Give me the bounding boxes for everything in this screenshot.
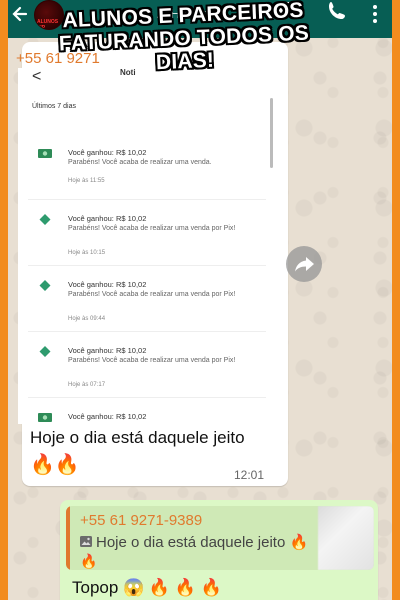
image-icon xyxy=(80,536,92,547)
fire-emoji: 🔥🔥 xyxy=(30,454,80,476)
pix-icon xyxy=(39,214,51,225)
pix-icon xyxy=(39,346,51,357)
quoted-sender-number: +55 61 9271-9389 xyxy=(80,512,203,529)
notification-item: Você ganhou: R$ 10,02 Parabéns! Você aca… xyxy=(28,134,266,200)
screenshot-scrollbar xyxy=(270,98,273,168)
notification-time: Hoje às 10:15 xyxy=(68,250,106,256)
notification-time: Hoje às 11:55 xyxy=(68,178,105,184)
notification-screenshot[interactable]: < Noti Últimos 7 dias Você ganhou: R$ 10… xyxy=(18,68,276,424)
notification-title: Você ganhou: R$ 10,02 xyxy=(68,148,147,157)
forward-button[interactable] xyxy=(286,246,322,282)
phone-call-icon[interactable] xyxy=(326,0,348,22)
message-caption: Hoje o dia está daquele jeito xyxy=(30,428,245,447)
notification-title: Você ganhou: R$ 10,02 xyxy=(68,412,147,421)
notification-item: Você ganhou: R$ 10,02 xyxy=(28,398,266,424)
notification-time: Hoje às 09:44 xyxy=(68,316,106,322)
screenshot-section-label: Últimos 7 dias xyxy=(32,103,76,110)
notification-item: Você ganhou: R$ 10,02 Parabéns! Você aca… xyxy=(28,332,266,398)
pix-icon xyxy=(39,280,51,291)
fire-emoji: 🔥 xyxy=(80,553,98,569)
forward-arrow-icon xyxy=(295,257,314,272)
back-arrow-icon[interactable] xyxy=(10,4,32,26)
promo-banner: ALUNOS E PARCEIROS FATURANDO TODOS OS DI… xyxy=(58,0,310,75)
quoted-text: Hoje o dia está daquele jeito 🔥 xyxy=(96,534,309,551)
quoted-reply[interactable]: +55 61 9271-9389 Hoje o dia está daquele… xyxy=(66,506,374,570)
outgoing-text: Topop 😱 🔥 🔥 🔥 xyxy=(72,578,222,597)
notification-time: Hoje às 07:17 xyxy=(68,382,106,388)
notification-title: Você ganhou: R$ 10,02 xyxy=(68,346,147,355)
notification-title: Você ganhou: R$ 10,02 xyxy=(68,214,147,223)
quoted-thumbnail xyxy=(318,506,374,570)
money-bill-icon xyxy=(38,413,52,422)
more-options-icon[interactable] xyxy=(372,4,378,24)
notification-text: Parabéns! Você acaba de realizar uma ven… xyxy=(68,357,236,364)
notification-title: Você ganhou: R$ 10,02 xyxy=(68,280,147,289)
money-bill-icon xyxy=(38,149,52,158)
notification-text: Parabéns! Você acaba de realizar uma ven… xyxy=(68,291,236,298)
notification-item: Você ganhou: R$ 10,02 Parabéns! Você aca… xyxy=(28,200,266,266)
notification-text: Parabéns! Você acaba de realizar uma ven… xyxy=(68,225,236,232)
notification-item: Você ganhou: R$ 10,02 Parabéns! Você aca… xyxy=(28,266,266,332)
notification-text: Parabéns! Você acaba de realizar uma ven… xyxy=(68,159,212,166)
message-time: 12:01 xyxy=(234,468,265,482)
screenshot-back-icon: < xyxy=(32,68,42,85)
quote-accent-bar xyxy=(66,506,70,570)
